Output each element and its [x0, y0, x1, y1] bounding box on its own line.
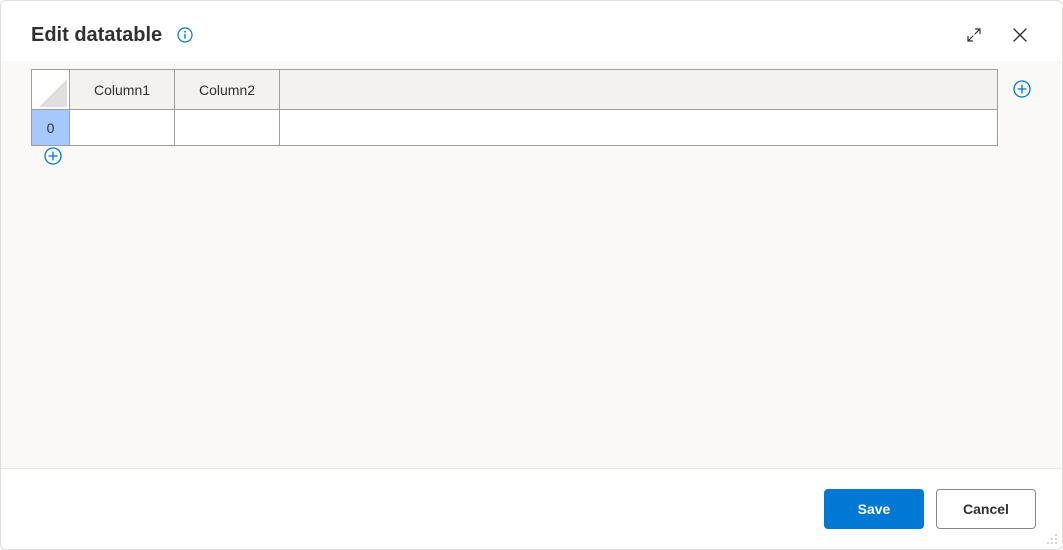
- data-cell[interactable]: [175, 110, 280, 146]
- corner-cell[interactable]: [32, 70, 70, 110]
- edit-datatable-dialog: Edit datatable: [0, 0, 1063, 550]
- dialog-header: Edit datatable: [1, 1, 1062, 61]
- row-index-cell[interactable]: 0: [32, 110, 70, 146]
- data-cell[interactable]: [280, 110, 998, 146]
- dialog-footer: Save Cancel: [1, 468, 1062, 549]
- column-header[interactable]: Column1: [70, 70, 175, 110]
- data-cell[interactable]: [70, 110, 175, 146]
- datatable-container: Column1 Column2 0: [31, 69, 998, 146]
- save-button[interactable]: Save: [824, 489, 924, 529]
- datatable[interactable]: Column1 Column2 0: [31, 69, 998, 146]
- add-column-button[interactable]: [1012, 79, 1032, 99]
- column-header[interactable]: Column2: [175, 70, 280, 110]
- dialog-title: Edit datatable: [31, 24, 162, 47]
- close-icon[interactable]: [1004, 19, 1036, 51]
- resize-grip-icon[interactable]: [1044, 531, 1058, 545]
- table-row: 0: [32, 110, 998, 146]
- add-row-button[interactable]: [43, 146, 63, 166]
- content-area: Column1 Column2 0: [1, 61, 1062, 468]
- cancel-button[interactable]: Cancel: [936, 489, 1036, 529]
- column-header[interactable]: [280, 70, 998, 110]
- info-icon[interactable]: [176, 26, 194, 44]
- expand-icon[interactable]: [958, 19, 990, 51]
- header-row: Column1 Column2: [32, 70, 998, 110]
